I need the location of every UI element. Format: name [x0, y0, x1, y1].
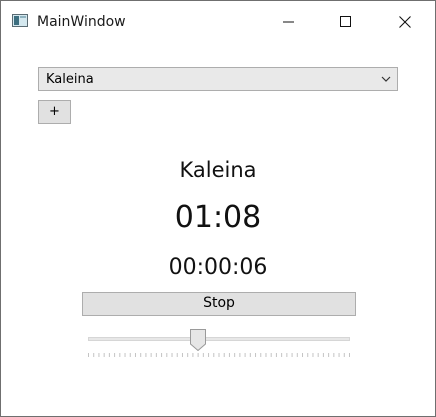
- countdown-display: 01:08: [174, 200, 262, 235]
- current-name-label: Kaleina: [179, 158, 257, 182]
- slider-thumb[interactable]: [190, 329, 207, 351]
- slider-track[interactable]: [88, 337, 350, 341]
- minimize-button[interactable]: [266, 1, 312, 43]
- dropdown-selected-value: Kaleina: [46, 72, 94, 87]
- profile-dropdown[interactable]: Kaleina: [38, 67, 398, 91]
- close-button[interactable]: [382, 1, 428, 43]
- slider-ticks: [88, 353, 350, 357]
- close-icon: [399, 16, 411, 28]
- elapsed-time-display: 00:00:06: [168, 255, 268, 280]
- app-window-icon: [12, 14, 28, 27]
- title-bar[interactable]: MainWindow: [1, 1, 435, 43]
- main-window: MainWindow Kaleina + Kaleina 01:08 00:00…: [0, 0, 436, 417]
- chevron-down-icon: [381, 76, 391, 82]
- minimize-icon: [283, 21, 294, 23]
- add-button[interactable]: +: [38, 100, 71, 124]
- window-title: MainWindow: [37, 14, 126, 30]
- time-slider[interactable]: [86, 327, 352, 361]
- maximize-icon: [340, 16, 351, 27]
- maximize-button[interactable]: [323, 1, 369, 43]
- stop-button[interactable]: Stop: [82, 292, 356, 316]
